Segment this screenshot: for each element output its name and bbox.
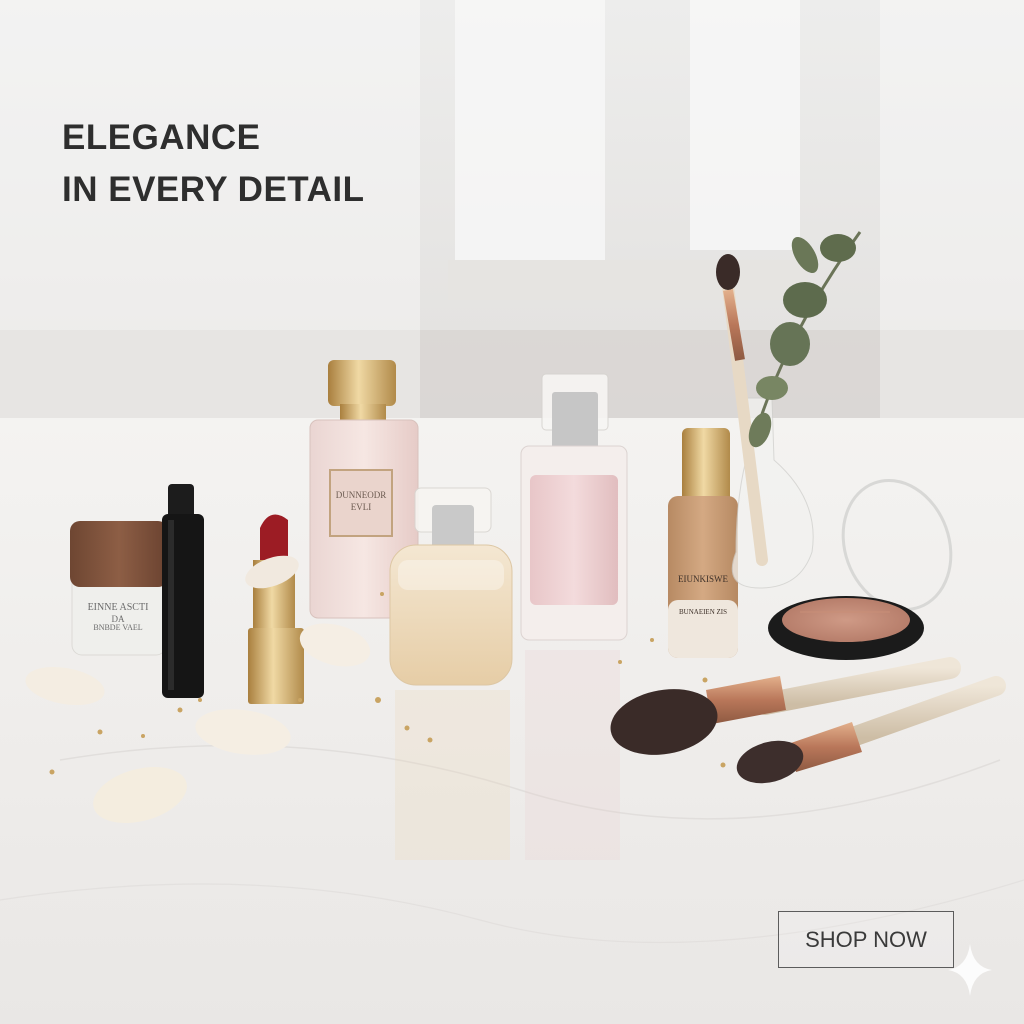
face-cream-jar: EINNE ASCTI DA BNBDE VAEL (70, 521, 168, 656)
perfume-reflection (525, 650, 620, 860)
curtain-right (880, 0, 1024, 420)
cream-label-line-1: EINNE ASCTI (88, 602, 149, 613)
foundation-label-2: BUNAEIEN ZIS (679, 608, 727, 616)
headline-line-1: ELEGANCE (62, 118, 261, 157)
perfume-reflection (395, 690, 510, 860)
window-pane-left (455, 0, 605, 260)
sparkle-icon (948, 944, 992, 996)
hero-banner: EINNE ASCTI DA BNBDE VAEL DUNNEODR EVLI (0, 0, 1024, 1024)
shop-now-label: SHOP NOW (805, 926, 927, 952)
cream-label-line-3: BNBDE VAEL (93, 623, 142, 632)
perfume-left-label-2: EVLI (351, 502, 372, 512)
window-sill (448, 260, 808, 300)
headline-line-2: IN EVERY DETAIL (62, 170, 365, 209)
foundation-label-1: EIUNKISWE (678, 574, 728, 584)
hero-headline: ELEGANCE IN EVERY DETAIL (62, 112, 364, 216)
window-pane-right (690, 0, 800, 250)
shop-now-button[interactable]: SHOP NOW (778, 911, 954, 968)
mascara (162, 484, 204, 698)
perfume-left-label-1: DUNNEODR (336, 490, 387, 500)
